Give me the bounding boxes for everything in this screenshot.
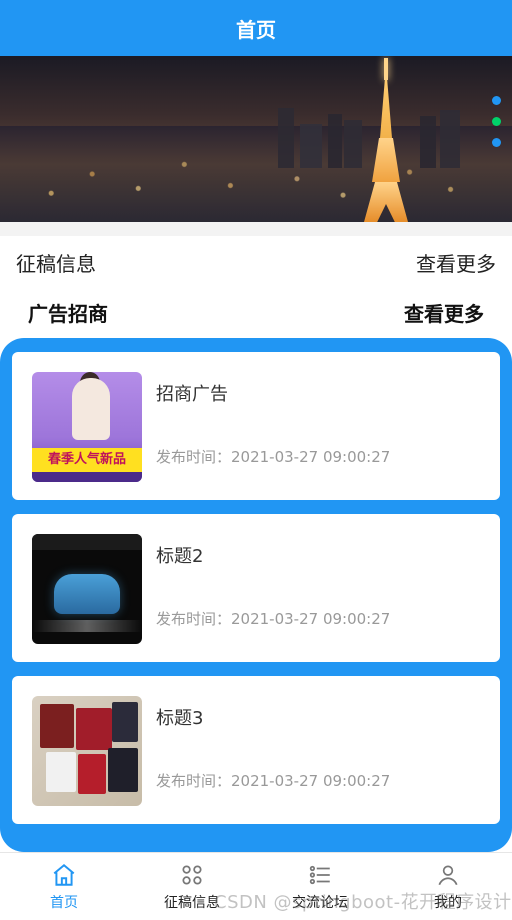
list-item[interactable]: 标题3 发布时间：2021-03-27 09:00:27 bbox=[12, 676, 500, 824]
tab-label: 征稿信息 bbox=[164, 894, 220, 911]
ad-list: 春季人气新品 招商广告 发布时间：2021-03-27 09:00:27 标题2… bbox=[0, 338, 512, 852]
thumbnail-image bbox=[32, 534, 142, 644]
page-title: 首页 bbox=[236, 17, 276, 42]
card-title: 标题2 bbox=[156, 546, 204, 567]
list-item[interactable]: 标题2 发布时间：2021-03-27 09:00:27 bbox=[12, 514, 500, 662]
banner-skyline bbox=[0, 96, 512, 176]
home-icon bbox=[53, 863, 75, 886]
section-call-for-papers: 征稿信息 查看更多 bbox=[0, 236, 512, 288]
carousel-dot-1[interactable] bbox=[492, 96, 501, 105]
view-more-link[interactable]: 查看更多 bbox=[404, 298, 484, 327]
section-ads: 广告招商 查看更多 bbox=[0, 292, 512, 332]
card-time: 发布时间：2021-03-27 09:00:27 bbox=[156, 772, 391, 790]
carousel-dot-2[interactable] bbox=[492, 117, 501, 126]
section-title: 征稿信息 bbox=[16, 251, 96, 276]
banner-carousel[interactable] bbox=[0, 56, 512, 222]
watermark: CSDN @springboot-花开程序设计 bbox=[214, 892, 512, 913]
thumbnail-image bbox=[32, 696, 142, 806]
carousel-indicators[interactable] bbox=[492, 96, 502, 159]
tab-home[interactable]: 首页 bbox=[19, 862, 109, 912]
thumbnail-banner-text: 春季人气新品 bbox=[32, 448, 142, 472]
user-icon bbox=[438, 864, 458, 885]
card-title: 标题3 bbox=[156, 708, 204, 729]
card-title: 招商广告 bbox=[156, 384, 228, 405]
app-header: 首页 bbox=[0, 0, 512, 56]
view-more-link[interactable]: 查看更多 bbox=[416, 248, 496, 277]
eiffel-tower-image bbox=[362, 56, 410, 222]
card-time: 发布时间：2021-03-27 09:00:27 bbox=[156, 610, 391, 628]
content-area: 征稿信息 查看更多 广告招商 查看更多 春季人气新品 招商广告 发布时间：202… bbox=[0, 236, 512, 852]
list-icon bbox=[309, 865, 330, 884]
carousel-dot-3[interactable] bbox=[492, 138, 501, 147]
list-item[interactable]: 春季人气新品 招商广告 发布时间：2021-03-27 09:00:27 bbox=[12, 352, 500, 500]
thumbnail-image: 春季人气新品 bbox=[32, 372, 142, 482]
grid-icon bbox=[182, 864, 202, 885]
section-title: 广告招商 bbox=[28, 301, 108, 326]
card-time: 发布时间：2021-03-27 09:00:27 bbox=[156, 448, 391, 466]
tab-label: 首页 bbox=[50, 894, 78, 911]
